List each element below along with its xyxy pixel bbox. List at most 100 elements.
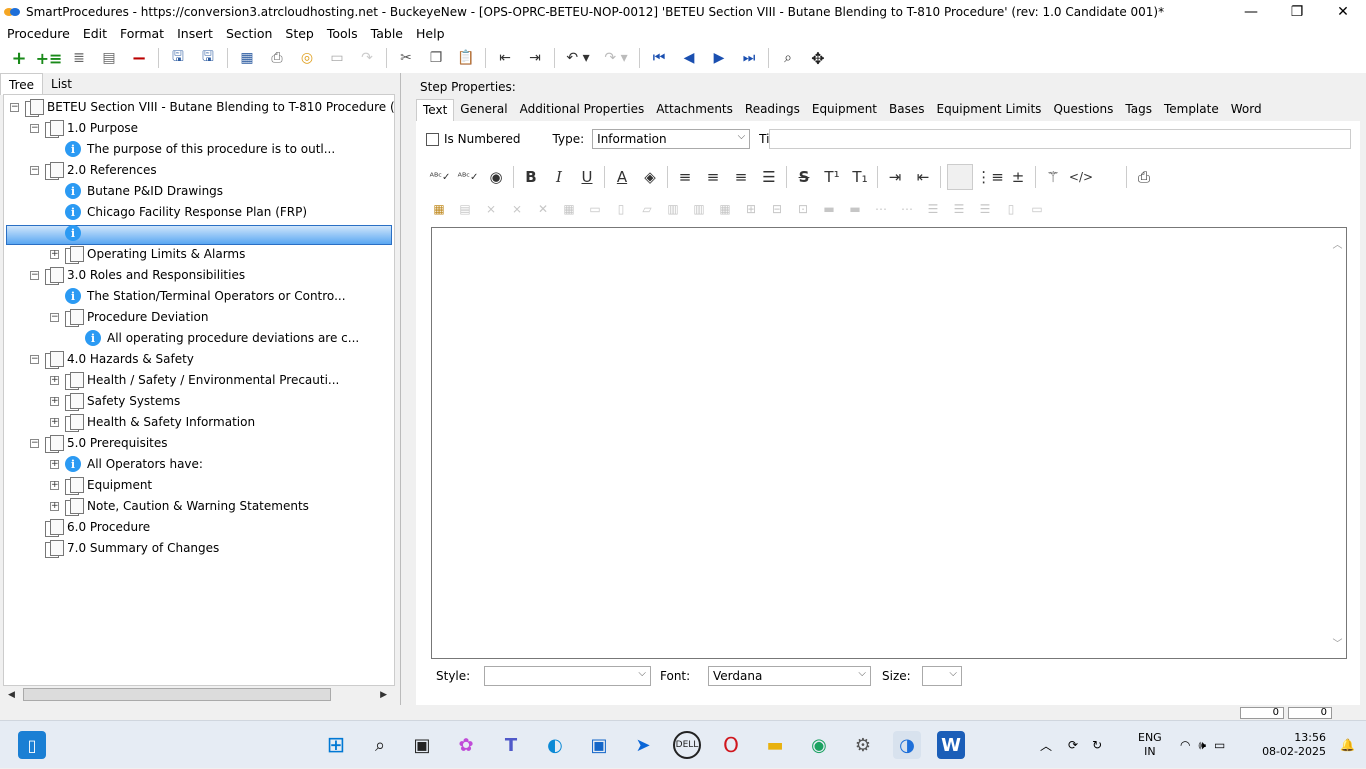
tree-section-node[interactable]: + Safety Systems (50, 391, 180, 411)
print-icon[interactable]: ⎙ (1130, 163, 1158, 191)
spellcheck-auto-icon[interactable]: ᴬᴮᶜ✓ (454, 163, 482, 191)
add-icon[interactable]: + (8, 47, 30, 69)
strikethrough-icon[interactable]: S (790, 163, 818, 191)
superscript-icon[interactable]: T¹ (818, 163, 846, 191)
menu-tools[interactable]: Tools (320, 26, 364, 41)
collapse-icon[interactable]: − (30, 123, 39, 133)
collapse-icon[interactable]: − (30, 165, 39, 175)
eye-icon[interactable]: ◉ (482, 163, 510, 191)
tree-section-node[interactable]: 7.0 Summary of Changes (30, 538, 219, 558)
clock-time[interactable]: 13:56 (1294, 731, 1326, 745)
copilot-icon[interactable]: ✿ (452, 731, 480, 759)
tree-section-node[interactable]: + Equipment (50, 475, 152, 495)
move-icon[interactable]: ✥ (807, 47, 829, 69)
font-select[interactable]: Verdana ⌵ (708, 666, 871, 686)
previous-icon[interactable]: ◀ (678, 47, 700, 69)
tab-bases[interactable]: Bases (883, 99, 930, 121)
smartprocedures-taskbar-icon[interactable]: ◑ (893, 731, 921, 759)
tree-section-node[interactable]: − 1.0 Purpose (30, 118, 138, 138)
undo-icon[interactable]: ↶ ▾ (563, 47, 593, 69)
volume-icon[interactable]: 🕪 (1198, 738, 1206, 753)
publish-icon[interactable]: ▦ (236, 47, 258, 69)
notification-bell-icon[interactable]: 🔔 (1340, 738, 1355, 752)
tab-attachments[interactable]: Attachments (650, 99, 739, 121)
scroll-thumb[interactable] (23, 688, 331, 701)
tree-section-node[interactable]: − 5.0 Prerequisites (30, 433, 168, 453)
is-numbered-checkbox[interactable] (426, 132, 439, 146)
insert-table-icon[interactable]: ▦ (426, 198, 452, 220)
editor-vertical-scrollbar[interactable]: ︿ ﹀ (1329, 228, 1346, 658)
style-select[interactable]: ⌵ (484, 666, 651, 686)
compare-icon[interactable]: ◎ (296, 47, 318, 69)
tree-step-node[interactable]: + i All Operators have: (50, 454, 203, 474)
menu-insert[interactable]: Insert (170, 26, 219, 41)
last-icon[interactable]: ⏭ (738, 47, 760, 69)
align-right-icon[interactable]: ≡ (727, 163, 755, 191)
type-select[interactable]: Information ⌵ (592, 129, 751, 149)
paste-icon[interactable]: 📋 (455, 47, 477, 69)
show-hidden-icons-icon[interactable]: ︿ (1040, 737, 1052, 754)
scroll-down-icon[interactable]: ﹀ (1333, 635, 1343, 650)
tree-section-node[interactable]: + Note, Caution & Warning Statements (50, 496, 309, 516)
opera-icon[interactable]: O (717, 731, 745, 759)
clock-date[interactable]: 08-02-2025 (1262, 745, 1326, 759)
magic-wand-icon[interactable]: ⚚ (1039, 163, 1067, 191)
html-source-icon[interactable]: </> (1067, 163, 1095, 191)
subscript-icon[interactable]: T₁ (846, 163, 874, 191)
align-center-icon[interactable]: ≡ (699, 163, 727, 191)
tab-word[interactable]: Word (1225, 99, 1268, 121)
scroll-right-icon[interactable]: ▶ (380, 690, 387, 700)
tree-section-node[interactable]: + Health / Safety / Environmental Precaut… (50, 370, 339, 390)
expand-icon[interactable]: + (50, 417, 59, 427)
language-indicator[interactable]: ENG (1138, 731, 1162, 745)
justify-icon[interactable]: ☰ (755, 163, 783, 191)
tab-questions[interactable]: Questions (1047, 99, 1119, 121)
tab-tags[interactable]: Tags (1119, 99, 1158, 121)
binoculars-icon[interactable]: ⌕ (777, 47, 799, 69)
start-icon[interactable]: ⊞ (322, 731, 350, 759)
menu-help[interactable]: Help (409, 26, 451, 41)
dell-icon[interactable]: DELL (673, 731, 701, 759)
chrome-icon[interactable]: ◉ (805, 731, 833, 759)
insert-line-icon[interactable]: ± (1004, 163, 1032, 191)
spellcheck-icon[interactable]: ᴬᴮᶜ✓ (426, 163, 454, 191)
tree-step-node[interactable]: i (50, 223, 87, 243)
tree-horizontal-scrollbar[interactable]: ◀ ▶ (3, 686, 395, 703)
menu-edit[interactable]: Edit (76, 26, 113, 41)
task-view-icon[interactable]: ▣ (408, 731, 436, 759)
panel-splitter[interactable] (400, 73, 406, 705)
step-text-editor[interactable]: ︿ ﹀ (431, 227, 1347, 659)
tree-section-node[interactable]: + Health & Safety Information (50, 412, 255, 432)
highlight-icon[interactable]: ◈ (636, 163, 664, 191)
indent-icon[interactable]: ⇥ (524, 47, 546, 69)
scroll-up-icon[interactable]: ︿ (1333, 236, 1343, 251)
tab-text[interactable]: Text (416, 99, 455, 121)
italic-icon[interactable]: I (545, 163, 573, 191)
edge-icon[interactable]: ◐ (541, 731, 569, 759)
tab-readings[interactable]: Readings (739, 99, 806, 121)
minimize-button[interactable]: — (1228, 0, 1274, 23)
menu-procedure[interactable]: Procedure (0, 26, 76, 41)
tree-step-node[interactable]: i The purpose of this procedure is to out… (50, 139, 335, 159)
tree-step-node[interactable]: i Butane P&ID Drawings (50, 181, 223, 201)
tree-step-node[interactable]: i The Station/Terminal Operators or Contr… (50, 286, 346, 306)
redo-icon[interactable]: ↷ ▾ (601, 47, 631, 69)
expand-icon[interactable]: + (50, 396, 59, 406)
update-icon[interactable]: ↻ (1092, 738, 1102, 752)
power-automate-icon[interactable]: ➤ (629, 731, 657, 759)
outdent-icon[interactable]: ⇤ (494, 47, 516, 69)
menu-section[interactable]: Section (219, 26, 278, 41)
expand-icon[interactable]: + (50, 480, 59, 490)
align-left-icon[interactable]: ≡ (671, 163, 699, 191)
wifi-icon[interactable]: ◠ (1180, 738, 1190, 752)
collapse-icon[interactable]: − (30, 438, 39, 448)
font-color-icon[interactable]: A (608, 163, 636, 191)
expand-icon[interactable]: + (50, 375, 59, 385)
menu-table[interactable]: Table (364, 26, 409, 41)
tree-section-node[interactable]: − 2.0 References (30, 160, 157, 180)
collapse-icon[interactable]: − (30, 354, 39, 364)
remote-desktop-icon[interactable]: ⚙ (849, 731, 877, 759)
collapse-icon[interactable]: − (30, 270, 39, 280)
store-icon[interactable]: ▣ (585, 731, 613, 759)
tab-tree[interactable]: Tree (0, 73, 44, 95)
